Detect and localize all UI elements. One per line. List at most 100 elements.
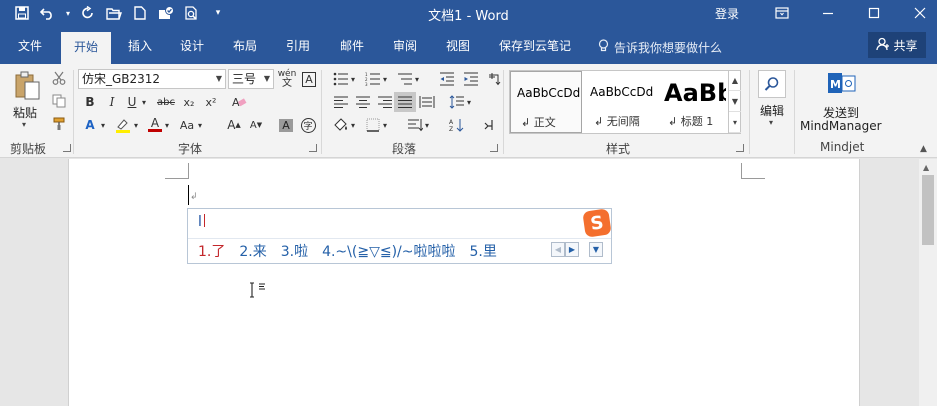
bold-button[interactable]: B <box>79 92 101 112</box>
shrink-font-button[interactable]: A ▼ <box>245 115 267 135</box>
ime-expand-icon[interactable]: ▼ <box>589 242 603 257</box>
tab-references[interactable]: 引用 <box>286 37 310 64</box>
shrink-font-label: A <box>249 119 257 131</box>
vertical-scrollbar[interactable]: ▲ <box>919 159 937 406</box>
superscript-button[interactable]: x² <box>200 92 222 112</box>
font-launcher-icon[interactable] <box>309 144 317 152</box>
ime-prev-page-icon[interactable]: ◀ <box>551 242 565 257</box>
paragraph-mark-icon: ↲ <box>521 116 531 129</box>
svg-text:Z: Z <box>449 126 453 132</box>
mindmanager-icon[interactable]: M <box>826 69 858 99</box>
clear-formatting-icon[interactable]: A <box>228 92 250 112</box>
phonetic-char-icon: 文 <box>282 78 292 89</box>
ime-candidate[interactable]: 5.里 <box>469 241 496 261</box>
chevron-down-icon[interactable]: ▼ <box>264 70 270 88</box>
style-normal[interactable]: AaBbCcDd ↲ 正文 <box>510 71 582 133</box>
tab-home[interactable]: 开始 <box>61 32 112 64</box>
ime-candidate[interactable]: 3.啦 <box>281 241 308 261</box>
highlight-dropdown-icon[interactable]: ▾ <box>131 115 141 135</box>
tab-save-to-cloud-notes[interactable]: 保存到云笔记 <box>499 37 571 64</box>
grow-font-button[interactable]: A ▲ <box>223 115 245 135</box>
decrease-indent-icon[interactable] <box>436 69 458 89</box>
tab-design[interactable]: 设计 <box>180 37 204 64</box>
character-shading-icon[interactable]: A <box>275 115 297 135</box>
document-page[interactable]: ↲ <box>68 159 860 406</box>
increase-indent-icon[interactable] <box>460 69 482 89</box>
paragraph-launcher-icon[interactable] <box>490 144 498 152</box>
borders-dropdown-icon[interactable]: ▾ <box>380 115 390 135</box>
clipboard-launcher-icon[interactable] <box>63 144 71 152</box>
ime-next-page-icon[interactable]: ▶ <box>565 242 579 257</box>
ribbon-tabs: 文件 开始 插入 设计 布局 引用 邮件 审阅 视图 保存到云笔记 告诉我你想要… <box>0 26 937 64</box>
chinese-layout-dropdown-icon[interactable]: ▾ <box>422 115 432 135</box>
tab-view[interactable]: 视图 <box>446 37 470 64</box>
share-button[interactable]: 共享 <box>868 32 926 58</box>
sogou-logo-icon[interactable]: S <box>582 208 612 238</box>
change-case-dropdown-icon[interactable]: ▾ <box>195 115 205 135</box>
tab-review[interactable]: 审阅 <box>393 37 417 64</box>
show-marks-icon[interactable] <box>478 115 500 135</box>
underline-dropdown-icon[interactable]: ▾ <box>139 92 149 112</box>
cut-icon[interactable] <box>48 68 70 88</box>
more-styles-icon[interactable]: ▾ <box>729 112 741 133</box>
style-no-spacing[interactable]: AaBbCcDd ↲ 无间隔 <box>584 71 656 133</box>
phonetic-guide-button[interactable]: wén 文 <box>276 69 298 89</box>
sort-icon[interactable]: AZ <box>446 115 468 135</box>
collapse-ribbon-icon[interactable]: ▲ <box>920 144 927 154</box>
chevron-down-icon[interactable]: ▼ <box>729 91 741 112</box>
style-heading-1[interactable]: AaBb ↲ 标题 1 <box>658 71 728 133</box>
ime-candidate[interactable]: 2.来 <box>239 241 266 261</box>
ribbon-display-icon[interactable] <box>770 3 794 23</box>
scroll-up-icon[interactable]: ▲ <box>923 163 929 172</box>
chevron-down-icon[interactable]: ▼ <box>216 70 222 88</box>
align-left-icon[interactable] <box>330 92 352 112</box>
tell-me-text: 告诉我你想要做什么 <box>614 41 723 55</box>
styles-launcher-icon[interactable] <box>736 144 744 152</box>
send-to-label-2[interactable]: MindManager <box>800 119 882 133</box>
font-group-label: 字体 <box>178 142 203 156</box>
text-effects-dropdown-icon[interactable]: ▾ <box>98 115 108 135</box>
scroll-thumb[interactable] <box>922 175 934 245</box>
enclose-characters-icon[interactable]: 字 <box>297 115 319 135</box>
editing-dropdown-icon[interactable]: ▾ <box>769 118 773 127</box>
chevron-up-icon[interactable]: ▲ <box>729 70 741 91</box>
shading-dropdown-icon[interactable]: ▾ <box>348 115 358 135</box>
distributed-icon[interactable] <box>416 92 438 112</box>
font-color-dropdown-icon[interactable]: ▾ <box>162 115 172 135</box>
tab-layout[interactable]: 布局 <box>233 37 257 64</box>
bullets-dropdown-icon[interactable]: ▾ <box>348 69 358 89</box>
document-area: ↲ ▲ <box>0 159 937 406</box>
character-border-icon[interactable]: A <box>298 69 320 89</box>
align-right-icon[interactable] <box>374 92 396 112</box>
tell-me-box[interactable]: 告诉我你想要做什么 <box>598 39 722 56</box>
search-icon[interactable] <box>758 70 786 98</box>
numbering-dropdown-icon[interactable]: ▾ <box>380 69 390 89</box>
strikethrough-button[interactable]: abc <box>155 92 177 112</box>
maximize-icon[interactable] <box>862 3 886 23</box>
line-spacing-dropdown-icon[interactable]: ▾ <box>464 92 474 112</box>
ime-candidate[interactable]: 4.~\(≧▽≦)/~啦啦啦 <box>322 241 455 261</box>
styles-scroll: ▲ ▼ ▾ <box>728 70 741 134</box>
paste-label[interactable]: 粘贴 <box>13 104 37 121</box>
ime-composition: l <box>198 214 205 230</box>
minimize-icon[interactable] <box>816 3 840 23</box>
align-center-icon[interactable] <box>352 92 374 112</box>
ime-candidate[interactable]: 1.了 <box>198 241 225 261</box>
font-size-combo[interactable]: 三号 ▼ <box>228 69 274 89</box>
paste-dropdown-icon[interactable]: ▾ <box>22 120 26 129</box>
login-link[interactable]: 登录 <box>715 5 739 22</box>
italic-button[interactable]: I <box>101 92 123 112</box>
subscript-button[interactable]: x₂ <box>178 92 200 112</box>
font-name-combo[interactable]: 仿宋_GB2312 ▼ <box>78 69 226 89</box>
justify-icon[interactable] <box>394 92 416 112</box>
format-painter-icon[interactable] <box>48 114 70 134</box>
tab-mailings[interactable]: 邮件 <box>340 37 364 64</box>
tab-file[interactable]: 文件 <box>18 37 42 64</box>
multilevel-dropdown-icon[interactable]: ▾ <box>412 69 422 89</box>
paste-icon[interactable] <box>12 70 42 102</box>
copy-icon[interactable] <box>48 91 70 111</box>
tab-insert[interactable]: 插入 <box>128 37 152 64</box>
separator <box>503 70 504 154</box>
close-icon[interactable] <box>908 3 932 23</box>
editing-label[interactable]: 编辑 <box>760 102 784 119</box>
